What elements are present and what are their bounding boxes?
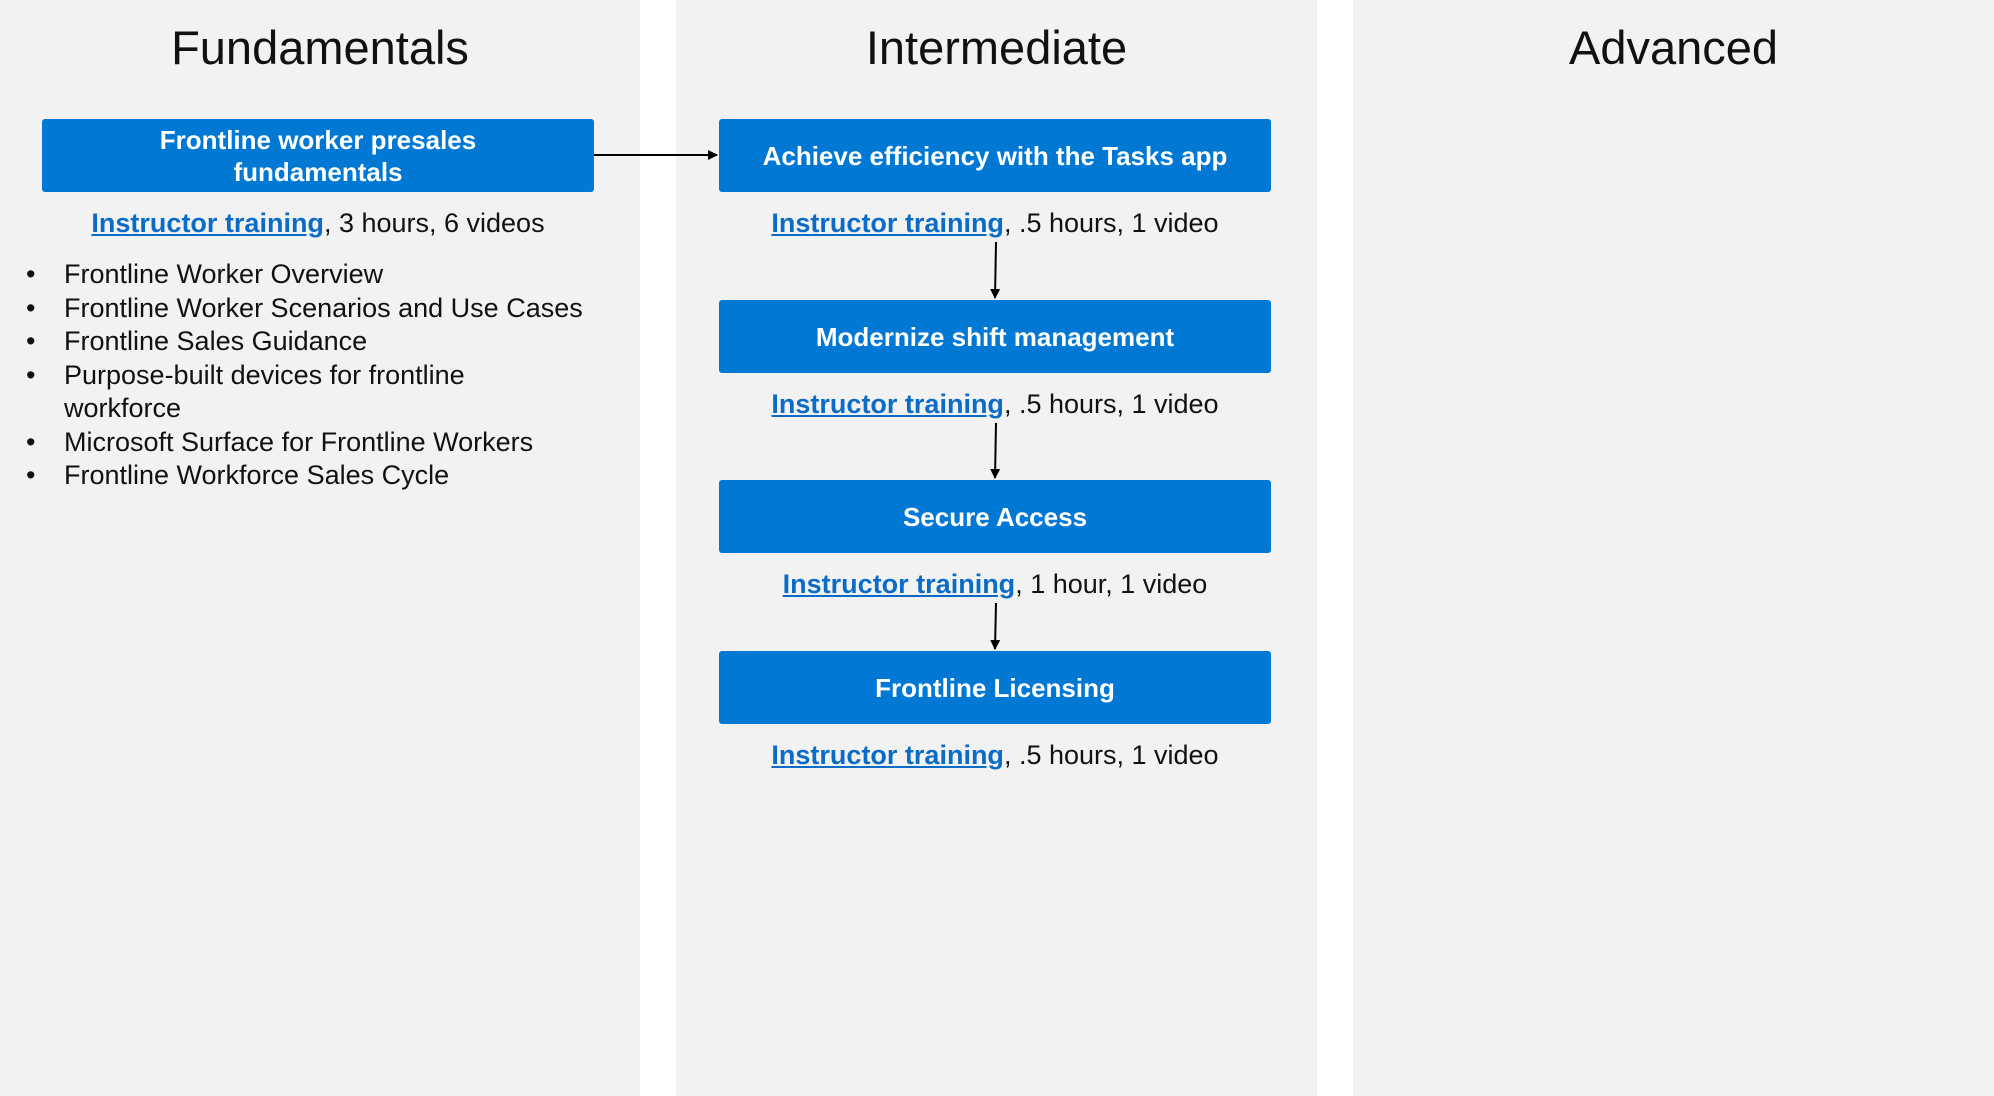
connector-arrows: [594, 150, 1001, 650]
arrow-tasks-to-shift: [990, 241, 1001, 299]
arrow-secure-to-licensing: [990, 602, 1001, 650]
arrow-shift-to-secure: [990, 422, 1001, 479]
